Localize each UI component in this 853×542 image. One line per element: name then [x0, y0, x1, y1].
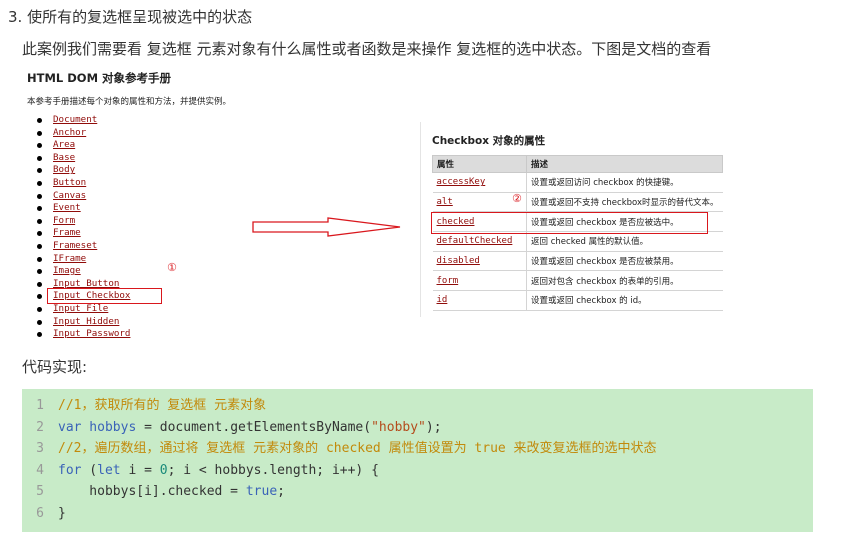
- table-row: defaultChecked 返回 checked 属性的默认值。: [432, 231, 723, 252]
- checkbox-props-title: Checkbox 对象的属性: [432, 135, 546, 147]
- line-number: 2: [36, 419, 44, 435]
- dom-object-list: Document Anchor Area Base Body Button Ca…: [27, 114, 130, 341]
- line-number: 1: [36, 398, 44, 413]
- divider: [420, 122, 421, 317]
- code-line: 1//1，获取所有的 复选框 元素对象: [22, 395, 266, 417]
- object-link[interactable]: Base: [53, 152, 75, 163]
- list-item: Area: [27, 139, 130, 152]
- list-item: Image: [27, 265, 130, 278]
- list-item: Form: [27, 215, 130, 228]
- prop-link[interactable]: form: [437, 276, 459, 286]
- prop-desc: 设置或返回 checkbox 的 id。: [526, 290, 723, 311]
- dom-reference-desc: 本参考手册描述每个对象的属性和方法，并提供实例。: [27, 97, 232, 107]
- object-link[interactable]: Input Hidden: [53, 316, 119, 327]
- list-item: Button: [27, 177, 130, 190]
- object-link[interactable]: Frameset: [53, 240, 97, 251]
- prop-desc: 设置或返回不支持 checkbox时显示的替代文本。: [526, 192, 723, 213]
- list-item: Input File: [27, 303, 130, 316]
- line-number: 4: [36, 462, 44, 478]
- line-number: 5: [36, 484, 44, 500]
- code-line: 4 for (let i = 0; i < hobbys.length; i++)…: [22, 460, 379, 482]
- prop-link[interactable]: alt: [437, 197, 453, 207]
- prop-desc: 设置或返回访问 checkbox 的快捷键。: [526, 172, 723, 193]
- object-link[interactable]: IFrame: [53, 253, 86, 264]
- table-row: accessKey 设置或返回访问 checkbox 的快捷键。: [432, 172, 723, 193]
- list-item: Body: [27, 164, 130, 177]
- list-item: Anchor: [27, 127, 130, 140]
- code-line: 6}: [22, 503, 66, 525]
- checked-row-highlight: [431, 212, 708, 234]
- line-number: 3: [36, 441, 44, 457]
- marker-one: ①: [167, 261, 177, 274]
- prop-link[interactable]: defaultChecked: [437, 236, 513, 246]
- marker-two: ②: [512, 192, 522, 205]
- prop-link[interactable]: id: [437, 295, 448, 305]
- code-line: 2 var hobbys = document.getElementsByName…: [22, 417, 441, 439]
- code-line: 5 hobbys[i].checked = true;: [22, 481, 285, 503]
- prop-desc: 设置或返回 checkbox 是否应被禁用。: [526, 251, 723, 272]
- code-section-label: 代码实现:: [22, 358, 88, 376]
- object-link[interactable]: Form: [53, 215, 75, 226]
- object-link[interactable]: Button: [53, 177, 86, 188]
- intro-paragraph: 此案例我们需要看 复选框 元素对象有什么属性或者函数是来操作 复选框的选中状态。…: [22, 40, 712, 58]
- object-link[interactable]: Canvas: [53, 190, 86, 201]
- table-row: form 返回对包含 checkbox 的表单的引用。: [432, 270, 723, 292]
- object-link[interactable]: Input File: [53, 303, 108, 314]
- list-item: Input Hidden: [27, 316, 130, 329]
- object-link[interactable]: Input Password: [53, 328, 130, 339]
- object-link[interactable]: Image: [53, 265, 81, 276]
- list-item: IFrame: [27, 253, 130, 266]
- list-item: Frameset: [27, 240, 130, 253]
- list-item: Input Password: [27, 328, 130, 341]
- right-arrow-icon: [252, 217, 401, 237]
- list-item: Canvas: [27, 190, 130, 203]
- code-line: 3//2，遍历数组，通过将 复选框 元素对象的 checked 属性值设置为 t…: [22, 438, 656, 460]
- list-item: Document: [27, 114, 130, 127]
- input-checkbox-highlight: [47, 288, 162, 304]
- dom-reference-title: HTML DOM 对象参考手册: [27, 71, 172, 85]
- object-link[interactable]: Body: [53, 164, 75, 175]
- column-header: 描述: [526, 155, 723, 173]
- list-item: Frame: [27, 227, 130, 240]
- prop-desc: 返回对包含 checkbox 的表单的引用。: [526, 270, 723, 292]
- column-header: 属性: [431, 155, 528, 173]
- prop-link[interactable]: accessKey: [437, 177, 486, 187]
- prop-link[interactable]: disabled: [437, 256, 480, 266]
- table-row: id 设置或返回 checkbox 的 id。: [432, 290, 723, 311]
- code-block: 1//1，获取所有的 复选框 元素对象 2 var hobbys = docume…: [22, 389, 813, 532]
- line-number: 6: [36, 506, 44, 521]
- prop-desc: 返回 checked 属性的默认值。: [526, 231, 723, 252]
- list-item: Base: [27, 152, 130, 165]
- table-row: alt 设置或返回不支持 checkbox时显示的替代文本。: [432, 192, 723, 213]
- section-heading: 3. 使所有的复选框呈现被选中的状态: [8, 8, 253, 26]
- object-link[interactable]: Document: [53, 114, 97, 125]
- object-link[interactable]: Anchor: [53, 127, 86, 138]
- object-link[interactable]: Area: [53, 139, 75, 150]
- object-link[interactable]: Event: [53, 202, 81, 213]
- object-link[interactable]: Frame: [53, 227, 81, 238]
- table-row: disabled 设置或返回 checkbox 是否应被禁用。: [432, 251, 723, 272]
- list-item: Event: [27, 202, 130, 215]
- table-header-row: 属性 描述: [431, 155, 723, 173]
